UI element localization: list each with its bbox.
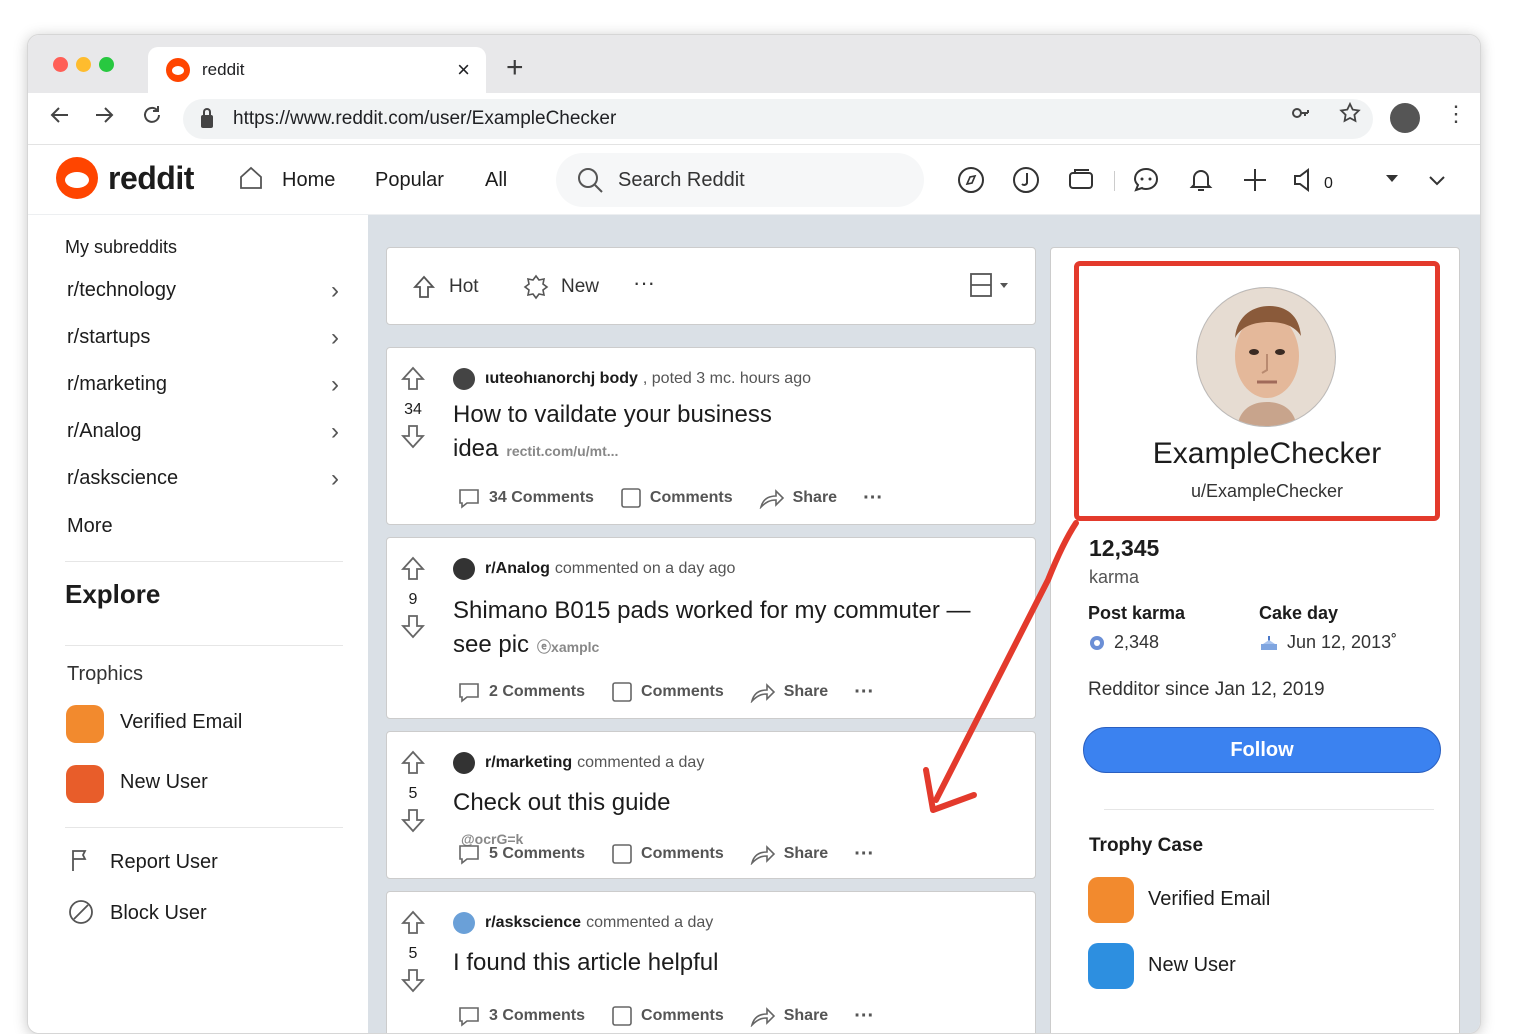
browser-window: reddit × + https://www.reddit.com/user/E…: [27, 34, 1481, 1034]
annotation-arrow-icon: [923, 520, 1079, 813]
